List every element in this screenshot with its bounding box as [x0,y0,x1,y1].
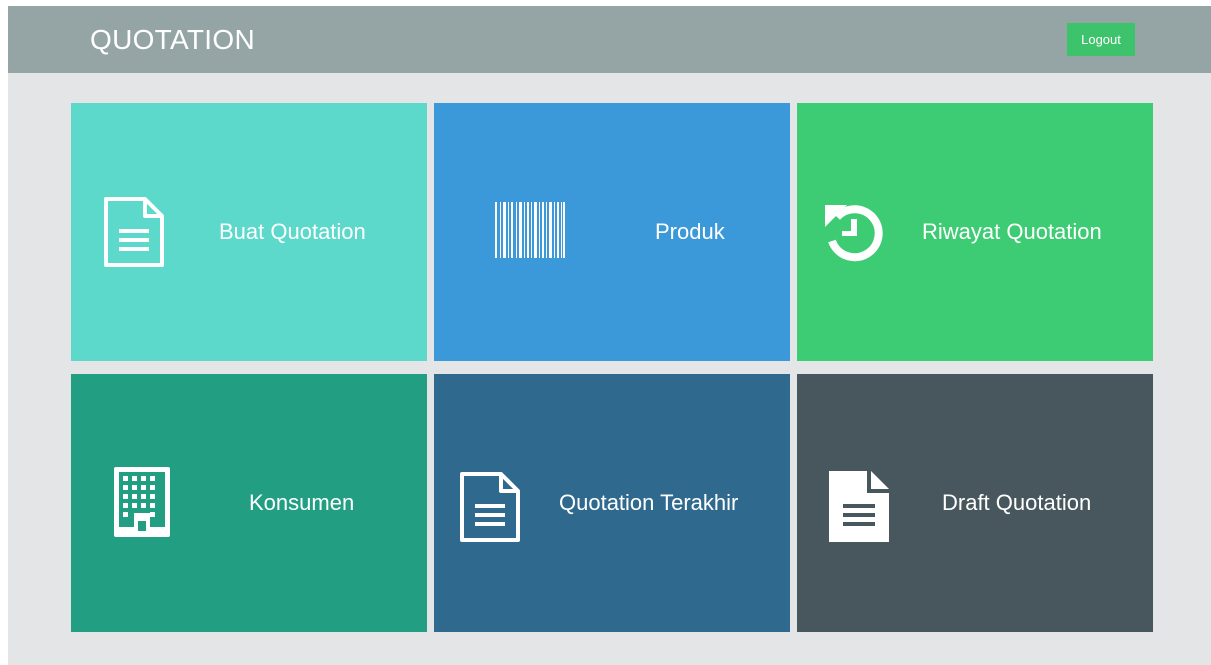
app-window: QUOTATION Logout Buat Quotation Produk R… [8,6,1211,665]
app-title: QUOTATION [90,24,255,55]
tile-label: Riwayat Quotation [922,219,1102,244]
top-bar: QUOTATION Logout [8,6,1211,73]
tile-label: Konsumen [249,490,355,515]
logout-button[interactable]: Logout [1067,23,1135,56]
barcode-icon [495,202,565,258]
tile-label: Produk [655,219,725,244]
document-icon [104,197,164,267]
tile-draft-quotation[interactable]: Draft Quotation [797,374,1153,632]
tile-label: Quotation Terakhir [559,490,739,515]
tile-label: Draft Quotation [942,490,1092,515]
document-icon [460,472,520,542]
history-icon [825,205,883,262]
tile-label: Buat Quotation [219,219,366,244]
tile-riwayat-quotation[interactable]: Riwayat Quotation [797,103,1153,361]
tile-konsumen[interactable]: Konsumen [71,374,427,632]
tile-produk[interactable]: Produk [434,103,790,361]
building-icon [114,467,170,537]
document-filled-icon [829,471,889,542]
tile-quotation-terakhir[interactable]: Quotation Terakhir [434,374,790,632]
tile-buat-quotation[interactable]: Buat Quotation [71,103,427,361]
